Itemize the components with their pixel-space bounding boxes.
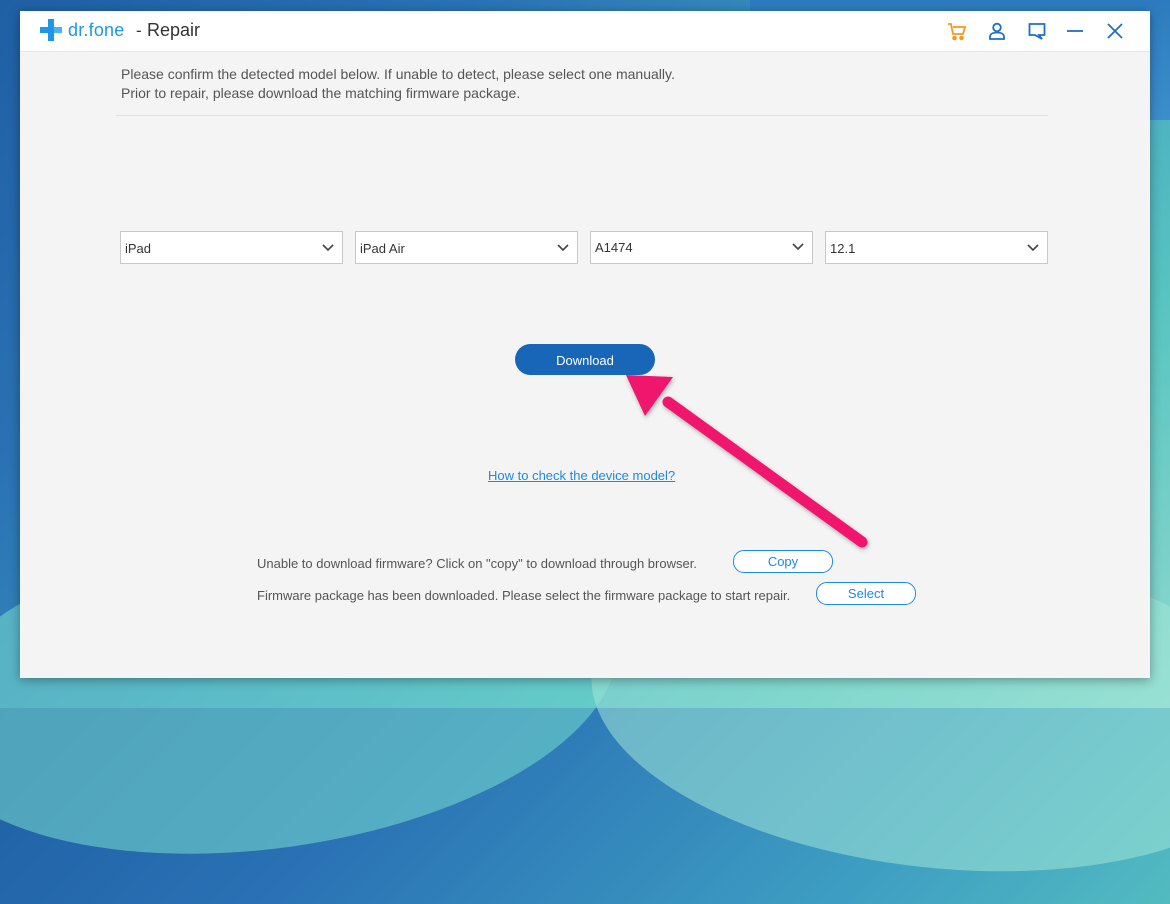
copy-button[interactable]: Copy xyxy=(733,550,833,573)
cart-icon[interactable] xyxy=(947,21,967,41)
feedback-icon[interactable] xyxy=(1027,21,1047,41)
download-button[interactable]: Download xyxy=(515,344,655,375)
ios-version-value: 12.1 xyxy=(830,241,856,256)
drfone-logo-icon xyxy=(40,19,62,41)
device-type-select[interactable]: iPad xyxy=(120,231,343,264)
select-prompt-text: Firmware package has been downloaded. Pl… xyxy=(257,588,791,603)
ios-version-select[interactable]: 12.1 xyxy=(825,231,1048,264)
select-button[interactable]: Select xyxy=(816,582,916,605)
copy-prompt-text: Unable to download firmware? Click on "c… xyxy=(257,556,697,571)
title-bar: dr.fone - Repair xyxy=(20,11,1150,52)
minimize-icon[interactable] xyxy=(1065,21,1085,41)
brand-name: dr.fone xyxy=(68,20,125,40)
instruction-line-2: Prior to repair, please download the mat… xyxy=(121,85,521,101)
check-device-model-link[interactable]: How to check the device model? xyxy=(488,468,675,483)
device-model-select[interactable]: iPad Air xyxy=(355,231,578,264)
device-model-value: iPad Air xyxy=(360,241,405,256)
instructions: Please confirm the detected model below.… xyxy=(121,65,675,103)
title-separator: - xyxy=(136,21,142,40)
chevron-down-icon xyxy=(557,244,569,252)
app-window: dr.fone - Repair Please confirm the dete… xyxy=(20,11,1150,678)
chevron-down-icon xyxy=(1027,244,1039,252)
page-title: Repair xyxy=(147,20,201,40)
account-icon[interactable] xyxy=(987,21,1007,41)
model-number-select[interactable]: A1474 xyxy=(590,231,813,264)
device-type-value: iPad xyxy=(125,241,152,256)
instruction-line-1: Please confirm the detected model below.… xyxy=(121,66,675,82)
model-number-value: A1474 xyxy=(595,240,633,255)
close-icon[interactable] xyxy=(1105,21,1125,41)
chevron-down-icon xyxy=(792,243,804,251)
chevron-down-icon xyxy=(322,244,334,252)
divider xyxy=(116,115,1048,116)
